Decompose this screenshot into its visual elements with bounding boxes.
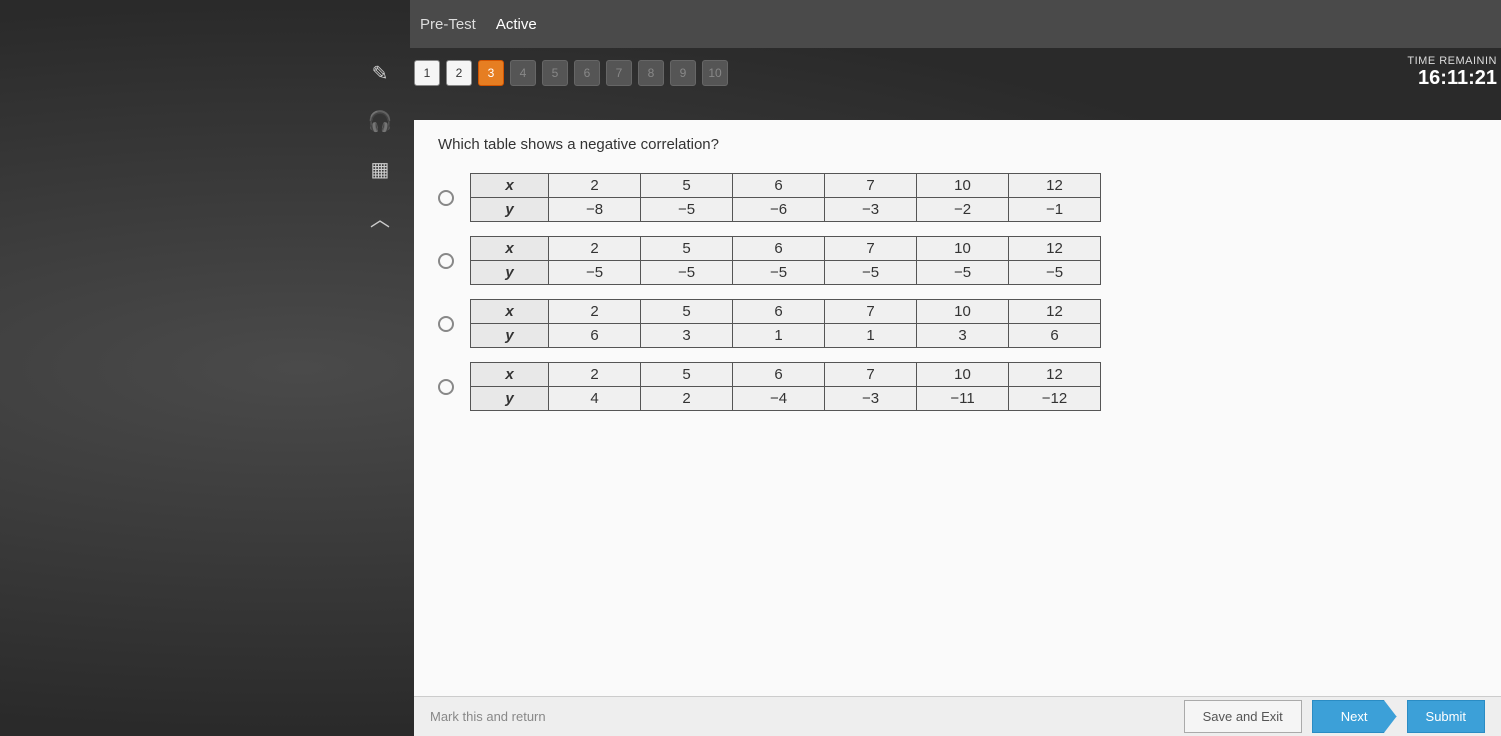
question-nav-2[interactable]: 2 — [446, 60, 472, 86]
cell: −5 — [733, 261, 825, 285]
radio-option-3[interactable] — [438, 316, 454, 332]
data-table-1: x25671012 y−8−5−6−3−2−1 — [470, 173, 1101, 222]
cell: 3 — [917, 324, 1009, 348]
cell: 6 — [1009, 324, 1101, 348]
cell: 10 — [917, 363, 1009, 387]
cell: 12 — [1009, 174, 1101, 198]
cell: 2 — [549, 300, 641, 324]
question-text: Which table shows a negative correlation… — [438, 136, 1477, 153]
radio-option-4[interactable] — [438, 379, 454, 395]
cell: 7 — [825, 237, 917, 261]
answer-option-4[interactable]: x25671012y42−4−3−11−12 — [438, 362, 1477, 411]
header-tabs: Pre-Test Active — [410, 0, 1501, 48]
timer-label: TIME REMAININ — [1407, 55, 1497, 67]
cell: −8 — [549, 198, 641, 222]
footer-bar: Mark this and return Save and Exit Next … — [414, 696, 1501, 736]
cell: 5 — [641, 174, 733, 198]
data-table-4: x25671012y42−4−3−11−12 — [470, 362, 1101, 411]
cell: 6 — [733, 174, 825, 198]
question-content: Which table shows a negative correlation… — [414, 120, 1501, 696]
radio-option-1[interactable] — [438, 190, 454, 206]
cell: 2 — [641, 387, 733, 411]
tab-pretest[interactable]: Pre-Test — [420, 16, 476, 33]
cell: 2 — [549, 174, 641, 198]
cell: 5 — [641, 237, 733, 261]
cell: −3 — [825, 198, 917, 222]
row-label: y — [471, 387, 549, 411]
cell: 10 — [917, 237, 1009, 261]
cell: 12 — [1009, 363, 1101, 387]
submit-button[interactable]: Submit — [1407, 700, 1485, 733]
question-nav-7: 7 — [606, 60, 632, 86]
question-nav-5: 5 — [542, 60, 568, 86]
row-label: x — [471, 174, 549, 198]
radio-option-2[interactable] — [438, 253, 454, 269]
row-label: y — [471, 324, 549, 348]
cell: −5 — [1009, 261, 1101, 285]
cell: 1 — [825, 324, 917, 348]
cell: 2 — [549, 363, 641, 387]
question-nav-3[interactable]: 3 — [478, 60, 504, 86]
question-nav-1[interactable]: 1 — [414, 60, 440, 86]
pencil-icon[interactable]: ✎ — [362, 55, 398, 91]
cell: −4 — [733, 387, 825, 411]
save-exit-button[interactable]: Save and Exit — [1184, 700, 1302, 733]
tool-sidebar: ✎ 🎧 ▦ ︿ — [362, 55, 408, 235]
cell: −5 — [641, 261, 733, 285]
headphones-icon[interactable]: 🎧 — [362, 103, 398, 139]
cell: 10 — [917, 300, 1009, 324]
cell: −5 — [917, 261, 1009, 285]
cell: 5 — [641, 300, 733, 324]
answer-option-1[interactable]: x25671012 y−8−5−6−3−2−1 — [438, 173, 1477, 222]
cell: 12 — [1009, 300, 1101, 324]
cell: 6 — [733, 363, 825, 387]
cell: −5 — [825, 261, 917, 285]
row-label: y — [471, 261, 549, 285]
answer-option-3[interactable]: x25671012y631136 — [438, 299, 1477, 348]
cell: 4 — [549, 387, 641, 411]
cell: −3 — [825, 387, 917, 411]
tab-active[interactable]: Active — [496, 16, 537, 33]
cell: −5 — [641, 198, 733, 222]
cell: 6 — [733, 300, 825, 324]
cell: 7 — [825, 363, 917, 387]
answer-option-2[interactable]: x25671012y−5−5−5−5−5−5 — [438, 236, 1477, 285]
cell: 10 — [917, 174, 1009, 198]
question-nav-8: 8 — [638, 60, 664, 86]
cell: −6 — [733, 198, 825, 222]
cell: −12 — [1009, 387, 1101, 411]
cell: 1 — [733, 324, 825, 348]
cell: −2 — [917, 198, 1009, 222]
cell: 2 — [549, 237, 641, 261]
calculator-icon[interactable]: ▦ — [362, 151, 398, 187]
question-nav-4: 4 — [510, 60, 536, 86]
row-label: x — [471, 237, 549, 261]
cell: 6 — [733, 237, 825, 261]
next-button[interactable]: Next — [1312, 700, 1397, 733]
cell: 12 — [1009, 237, 1101, 261]
collapse-icon[interactable]: ︿ — [362, 199, 398, 235]
cell: −11 — [917, 387, 1009, 411]
question-nav-6: 6 — [574, 60, 600, 86]
cell: 5 — [641, 363, 733, 387]
cell: 3 — [641, 324, 733, 348]
question-nav: 12345678910 — [414, 60, 728, 86]
cell: 7 — [825, 300, 917, 324]
timer-value: 16:11:21 — [1407, 67, 1497, 90]
data-table-3: x25671012y631136 — [470, 299, 1101, 348]
mark-return-link[interactable]: Mark this and return — [430, 709, 1174, 724]
row-label: x — [471, 363, 549, 387]
data-table-2: x25671012y−5−5−5−5−5−5 — [470, 236, 1101, 285]
cell: −1 — [1009, 198, 1101, 222]
row-label: x — [471, 300, 549, 324]
question-nav-10: 10 — [702, 60, 728, 86]
cell: 7 — [825, 174, 917, 198]
row-label: y — [471, 198, 549, 222]
timer: TIME REMAININ 16:11:21 — [1407, 55, 1501, 90]
cell: −5 — [549, 261, 641, 285]
cell: 6 — [549, 324, 641, 348]
question-nav-9: 9 — [670, 60, 696, 86]
